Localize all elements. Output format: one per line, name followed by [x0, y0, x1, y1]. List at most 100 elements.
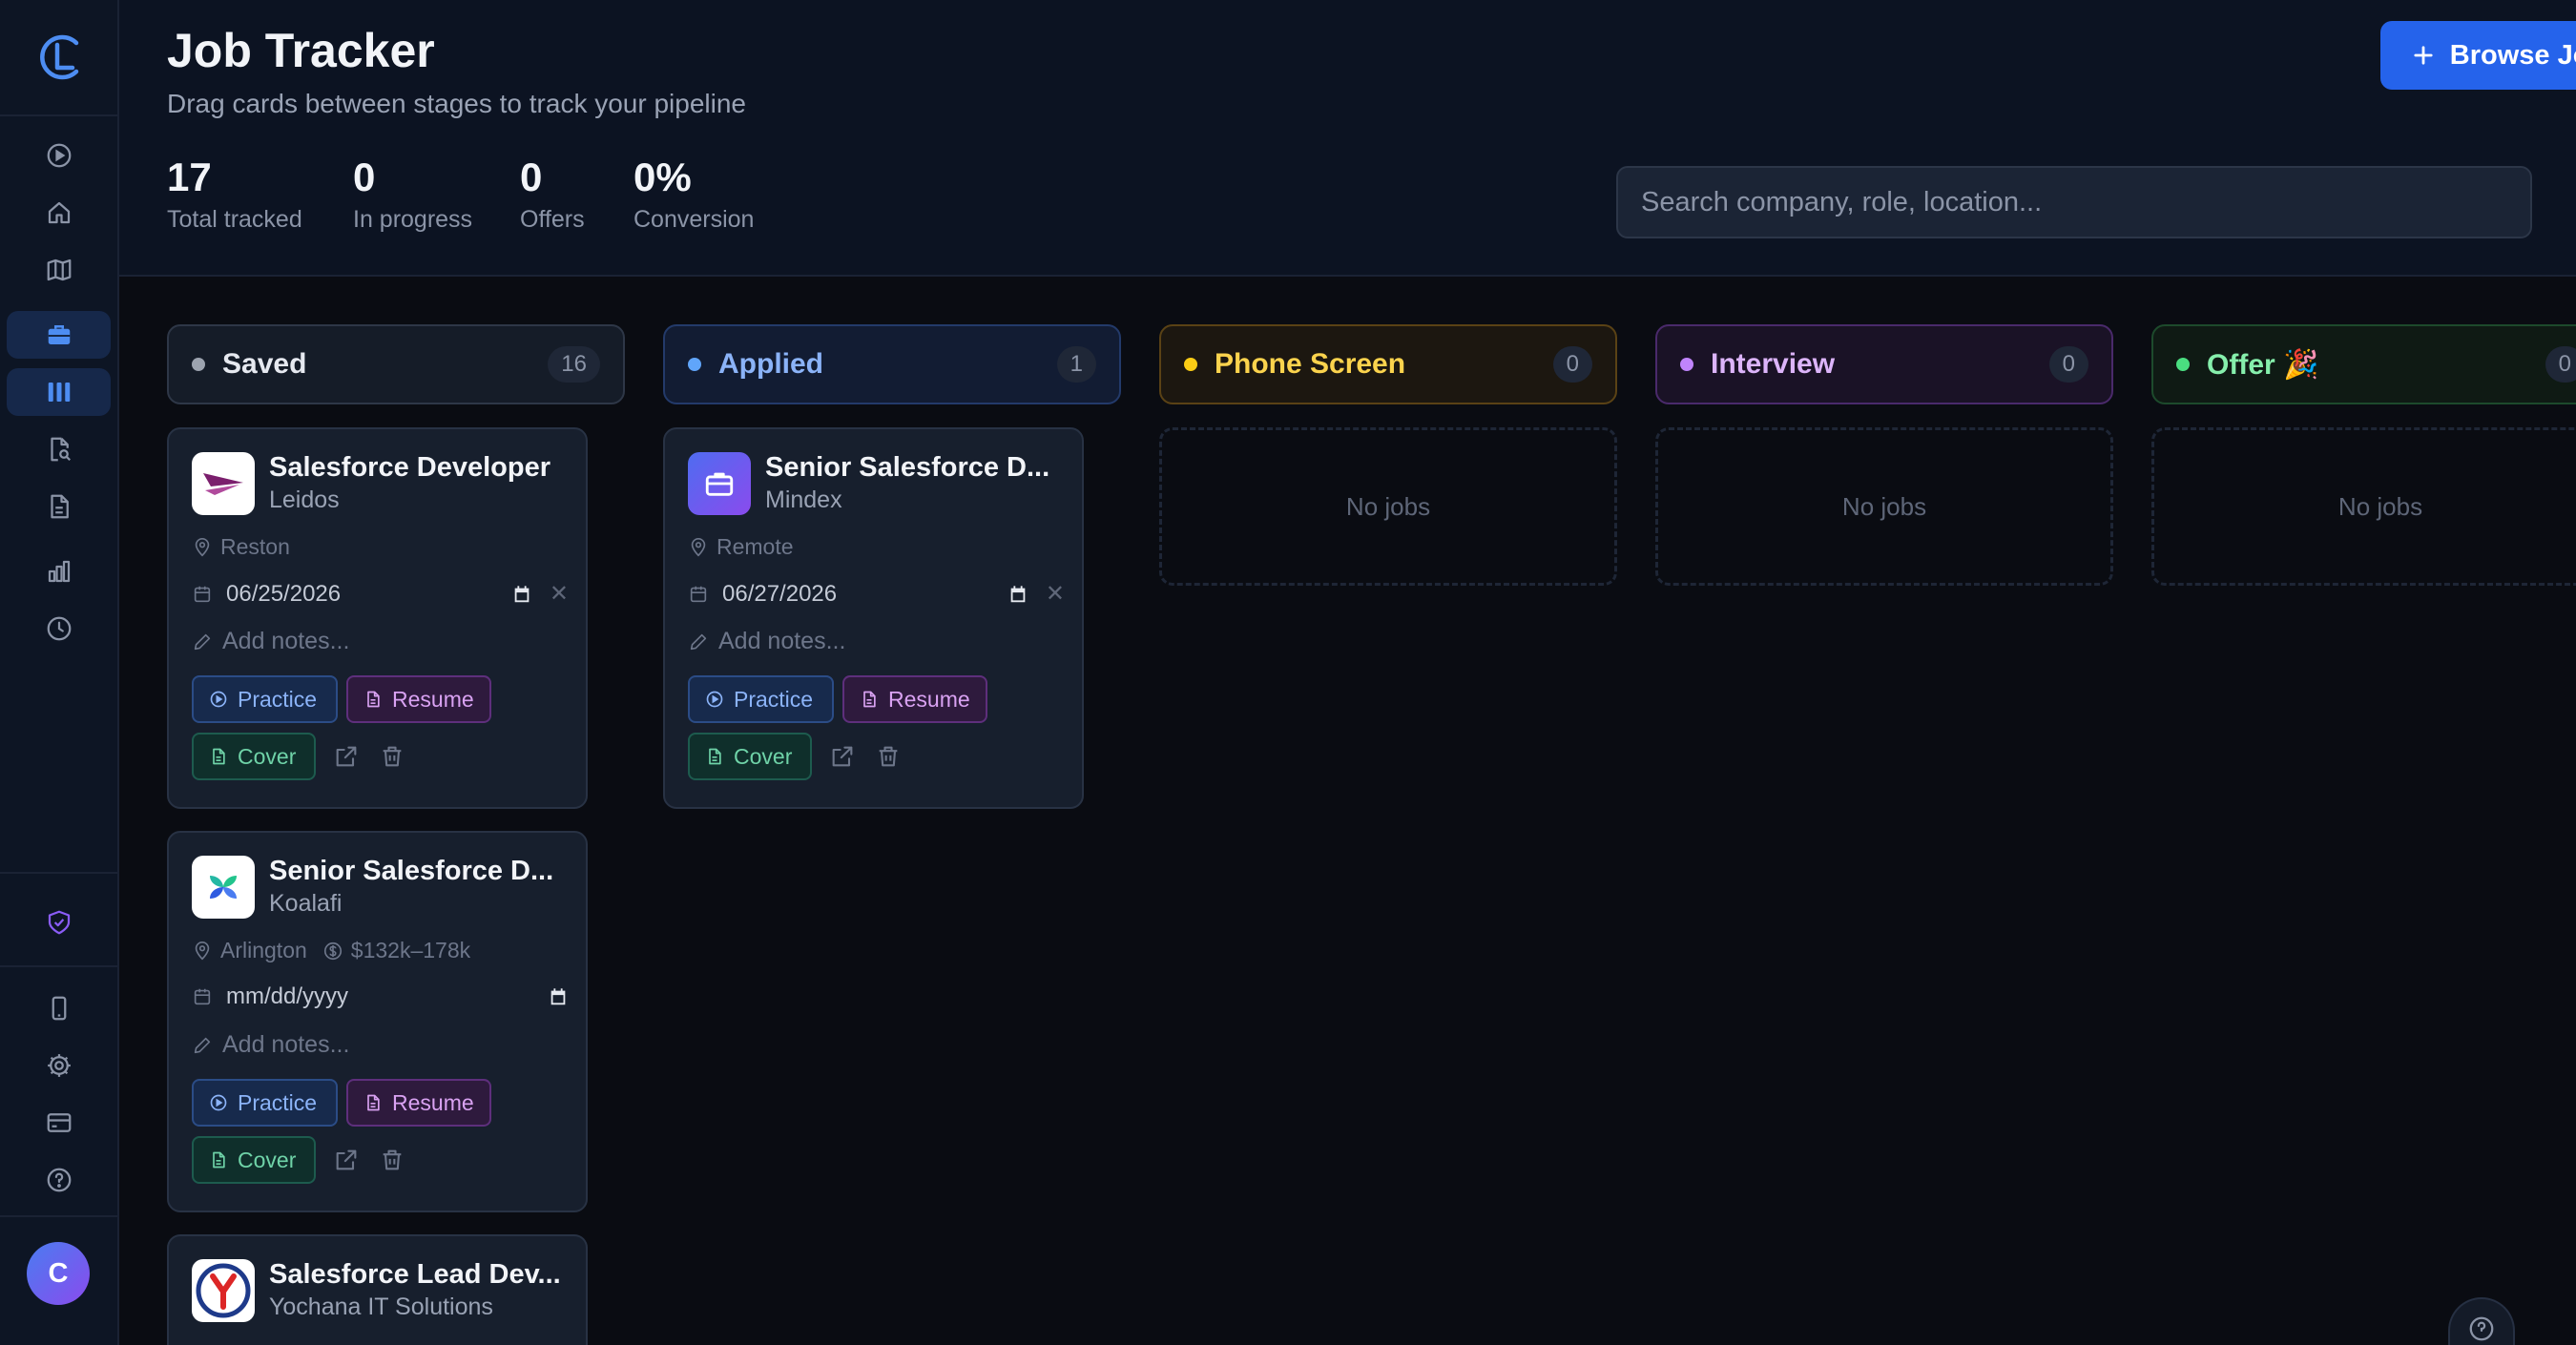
trash-icon[interactable] [875, 743, 902, 770]
leidos-logo-icon [203, 473, 243, 495]
stat-in-progress: 0 In progress [353, 155, 472, 234]
column-header-phone-screen[interactable]: Phone Screen 0 [1159, 324, 1617, 404]
column-offer-inner: Offer 🎉 0 No jobs [2151, 324, 2576, 586]
trash-icon[interactable] [379, 1147, 405, 1173]
clear-date-icon[interactable]: ✕ [550, 580, 569, 608]
column-count: 0 [2545, 346, 2576, 383]
company-name: Yochana IT Solutions [269, 1293, 493, 1320]
shield-check-icon [48, 910, 70, 935]
calendar-icon [194, 988, 211, 1005]
sidebar-item-jobs[interactable] [7, 311, 111, 359]
sidebar-item-job-tracker[interactable] [7, 368, 111, 416]
notes-placeholder: Add notes... [222, 1031, 350, 1058]
sidebar-item-home[interactable] [7, 189, 111, 237]
company-name: Mindex [765, 486, 842, 513]
page-subtitle: Drag cards between stages to track your … [167, 89, 746, 118]
notes-field[interactable]: Add notes... [688, 628, 845, 655]
stat-label: In progress [353, 206, 473, 233]
job-location: Arlington $132k–178k [192, 938, 470, 963]
sidebar-item-settings[interactable] [7, 1042, 111, 1089]
clear-date-icon[interactable]: ✕ [1046, 580, 1065, 608]
sidebar-item-billing[interactable] [7, 1099, 111, 1147]
company-name: Leidos [269, 486, 340, 513]
document-icon [50, 494, 69, 519]
credit-card-icon [47, 1113, 71, 1132]
job-card[interactable]: Salesforce Lead Dev... Yochana IT Soluti… [167, 1234, 588, 1345]
cover-label: Cover [238, 1147, 297, 1172]
status-dot [1184, 358, 1197, 371]
external-link-icon[interactable] [333, 743, 360, 770]
stat-label: Offers [520, 206, 585, 233]
sidebar-item-history[interactable] [7, 605, 111, 652]
trash-icon[interactable] [379, 743, 405, 770]
date-value: 06/25/2026 [226, 580, 342, 607]
column-phone-screen: Phone Screen 0 No jobs [1159, 324, 1617, 586]
date-field[interactable]: 06/25/2026 ✕ [192, 580, 569, 608]
resume-button[interactable]: Resume [346, 1079, 491, 1127]
practice-button[interactable]: Practice [688, 675, 834, 723]
column-count: 1 [1056, 346, 1096, 383]
notes-placeholder: Add notes... [718, 628, 846, 654]
cover-letter-button[interactable]: Cover [688, 733, 812, 780]
notes-placeholder: Add notes... [222, 628, 350, 654]
column-header-interview[interactable]: Interview 0 [1655, 324, 2113, 404]
date-field[interactable]: mm/dd/yyyy [192, 983, 569, 1010]
sidebar-item-practice[interactable] [7, 132, 111, 179]
sidebar-divider [0, 872, 119, 874]
date-picker-icon[interactable] [1008, 584, 1028, 605]
sidebar-item-help[interactable] [7, 1156, 111, 1204]
column-header-offer[interactable]: Offer 🎉 0 [2151, 324, 2576, 404]
cover-letter-button[interactable]: Cover [192, 1136, 316, 1184]
stat-value: 0 [353, 155, 376, 199]
map-pin-icon [195, 941, 210, 960]
job-title: Senior Salesforce D... [765, 452, 1050, 483]
job-card[interactable]: Senior Salesforce D... Koalafi Arlington… [167, 831, 588, 1212]
play-circle-icon [210, 691, 227, 708]
sidebar-item-analytics[interactable] [7, 548, 111, 595]
job-card[interactable]: Salesforce Developer Leidos Reston 06/25… [167, 427, 588, 809]
empty-dropzone[interactable]: No jobs [2151, 427, 2576, 586]
resume-button[interactable]: Resume [346, 675, 491, 723]
stat-value: 0 [520, 155, 543, 199]
external-link-icon[interactable] [333, 1147, 360, 1173]
sidebar-item-roadmap[interactable] [7, 246, 111, 294]
cover-letter-button[interactable]: Cover [192, 733, 316, 780]
stat-value: 0% [634, 155, 692, 199]
sidebar-item-admin[interactable] [7, 899, 111, 946]
sidebar-item-mobile[interactable] [7, 984, 111, 1032]
sidebar-item-documents[interactable] [7, 483, 111, 530]
stat-label: Total tracked [167, 206, 302, 233]
column-header-applied[interactable]: Applied 1 [663, 324, 1121, 404]
floating-help-button[interactable] [2448, 1297, 2515, 1345]
date-picker-icon[interactable] [511, 584, 532, 605]
search-input[interactable] [1616, 166, 2532, 238]
job-card[interactable]: Senior Salesforce D... Mindex Remote 06/… [663, 427, 1084, 809]
clock-icon [47, 616, 71, 641]
date-value: 06/27/2026 [722, 580, 838, 607]
column-header-saved[interactable]: Saved 16 [167, 324, 625, 404]
empty-dropzone[interactable]: No jobs [1655, 427, 2113, 586]
external-link-icon[interactable] [829, 743, 856, 770]
document-icon [367, 691, 380, 708]
browse-jobs-button[interactable]: Browse Jobs [2380, 21, 2576, 90]
company-logo-koalafi [192, 856, 255, 919]
resume-label: Resume [392, 686, 474, 712]
empty-dropzone[interactable]: No jobs [1159, 427, 1617, 586]
app-logo[interactable] [0, 0, 119, 116]
job-title: Salesforce Lead Dev... [269, 1259, 561, 1290]
user-avatar[interactable]: C [27, 1242, 90, 1305]
date-field[interactable]: 06/27/2026 ✕ [688, 580, 1065, 608]
column-title: Offer 🎉 [2207, 348, 2319, 381]
resume-button[interactable]: Resume [842, 675, 987, 723]
location-text: Remote [717, 534, 794, 559]
notes-field[interactable]: Add notes... [192, 1031, 349, 1059]
pencil-icon [194, 1037, 211, 1053]
resume-label: Resume [392, 1089, 474, 1115]
calendar-icon [690, 586, 707, 602]
practice-button[interactable]: Practice [192, 1079, 338, 1127]
practice-button[interactable]: Practice [192, 675, 338, 723]
column-count: 16 [548, 346, 600, 383]
sidebar-item-resume-review[interactable] [7, 425, 111, 473]
date-picker-icon[interactable] [548, 986, 569, 1007]
notes-field[interactable]: Add notes... [192, 628, 349, 655]
